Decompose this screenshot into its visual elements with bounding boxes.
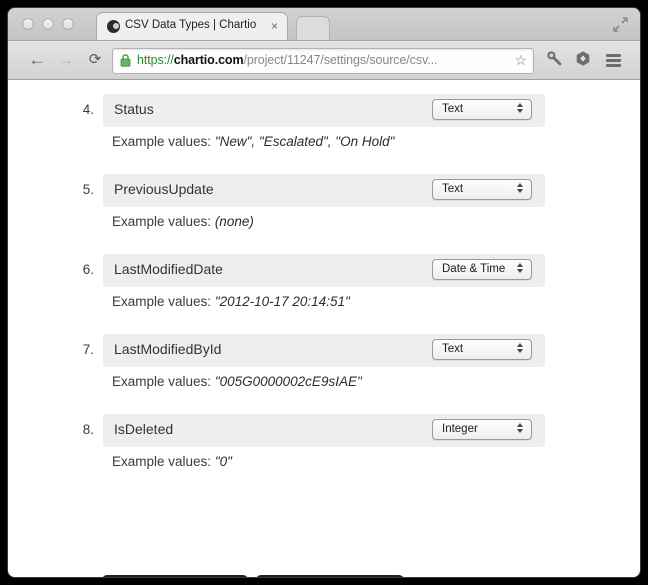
field-row: 5. PreviousUpdate Text Example values: (… — [8, 174, 640, 254]
field-type-value: Text — [442, 103, 464, 115]
form-actions: Submit Cancel — [8, 505, 640, 577]
field-name: Status — [114, 101, 154, 117]
fullscreen-arrows-icon[interactable] — [613, 17, 628, 32]
hamburger-menu-icon[interactable] — [602, 50, 624, 70]
example-values: "2012-10-17 20:14:51" — [214, 294, 350, 309]
field-type-select[interactable]: Text — [432, 179, 532, 200]
cancel-button[interactable]: Cancel — [256, 575, 404, 577]
address-bar[interactable]: https://chartio.com/project/11247/settin… — [112, 48, 534, 74]
example-values: "New", "Escalated", "On Hold" — [214, 134, 395, 149]
url-scheme: https:// — [137, 53, 174, 67]
menu-bar — [605, 64, 621, 67]
example-values: "005G0000002cE9sIAE" — [214, 374, 362, 389]
field-name: LastModifiedById — [114, 341, 222, 357]
field-number: 5. — [82, 182, 94, 197]
field-number: 6. — [82, 262, 94, 277]
forward-button[interactable]: → — [55, 50, 77, 70]
field-type-value: Integer — [442, 423, 478, 435]
example-prefix: Example values: — [112, 374, 215, 389]
menu-bar — [605, 54, 621, 57]
tab-close-icon[interactable]: × — [271, 19, 278, 33]
stepper-arrows-icon — [516, 263, 524, 277]
example-values: (none) — [214, 214, 254, 229]
hexagon-extension-icon[interactable] — [572, 50, 594, 70]
field-type-select[interactable]: Text — [432, 339, 532, 360]
browser-toolbar: ← → ⟳ https://chartio.com/project/11247/… — [8, 41, 640, 80]
field-row: 4. Status Text Example values: "New", "E… — [8, 94, 640, 174]
bookmark-star-icon[interactable]: ☆ — [514, 53, 527, 68]
example-prefix: Example values: — [112, 214, 215, 229]
field-type-select[interactable]: Text — [432, 99, 532, 120]
new-tab-button[interactable] — [296, 16, 330, 40]
field-type-select[interactable]: Date & Time — [432, 259, 532, 280]
stepper-arrows-icon — [516, 423, 524, 437]
url-host: chartio.com — [173, 53, 244, 67]
field-name: IsDeleted — [114, 421, 174, 437]
stepper-arrows-icon — [516, 183, 524, 197]
tab-strip: CSV Data Types | Chartio × — [8, 8, 640, 41]
field-examples: Example values: "0" — [112, 454, 232, 469]
example-prefix: Example values: — [112, 294, 215, 309]
example-prefix: Example values: — [112, 454, 215, 469]
padlock-icon — [120, 54, 131, 67]
browser-window: CSV Data Types | Chartio × ← → ⟳ https:/… — [8, 8, 640, 577]
chartio-favicon-icon — [107, 20, 120, 33]
tab-title: CSV Data Types | Chartio — [125, 19, 257, 31]
field-name: PreviousUpdate — [114, 181, 214, 197]
stepper-arrows-icon — [516, 103, 524, 117]
field-row: 7. LastModifiedById Text Example values:… — [8, 334, 640, 414]
field-examples: Example values: "2012-10-17 20:14:51" — [112, 294, 350, 309]
field-examples: Example values: "New", "Escalated", "On … — [112, 134, 394, 149]
example-values: "0" — [214, 454, 232, 469]
field-examples: Example values: "005G0000002cE9sIAE" — [112, 374, 362, 389]
wrench-icon[interactable] — [544, 50, 566, 70]
field-name: LastModifiedDate — [114, 261, 223, 277]
back-button[interactable]: ← — [26, 50, 48, 70]
submit-button[interactable]: Submit — [102, 575, 248, 577]
field-examples: Example values: (none) — [112, 214, 254, 229]
reload-button[interactable]: ⟳ — [84, 50, 106, 70]
field-row: 8. IsDeleted Integer Example values: "0" — [8, 414, 640, 494]
url-path: /project/11247/settings/source/csv... — [243, 53, 438, 67]
field-type-select[interactable]: Integer — [432, 419, 532, 440]
window-close-button[interactable] — [22, 18, 34, 30]
field-type-value: Text — [442, 343, 464, 355]
field-row: 6. LastModifiedDate Date & Time Example … — [8, 254, 640, 334]
field-number: 7. — [82, 342, 94, 357]
window-minimize-button[interactable] — [42, 18, 54, 30]
stepper-arrows-icon — [516, 343, 524, 357]
field-number: 8. — [82, 422, 94, 437]
window-maximize-button[interactable] — [62, 18, 74, 30]
menu-bar — [605, 59, 621, 62]
field-number: 4. — [82, 102, 94, 117]
example-prefix: Example values: — [112, 134, 215, 149]
field-type-value: Date & Time — [442, 263, 506, 275]
url-text: https://chartio.com/project/11247/settin… — [137, 53, 505, 67]
browser-tab-active[interactable]: CSV Data Types | Chartio × — [96, 12, 288, 40]
field-type-value: Text — [442, 183, 464, 195]
page-content: 4. Status Text Example values: "New", "E… — [8, 80, 640, 577]
